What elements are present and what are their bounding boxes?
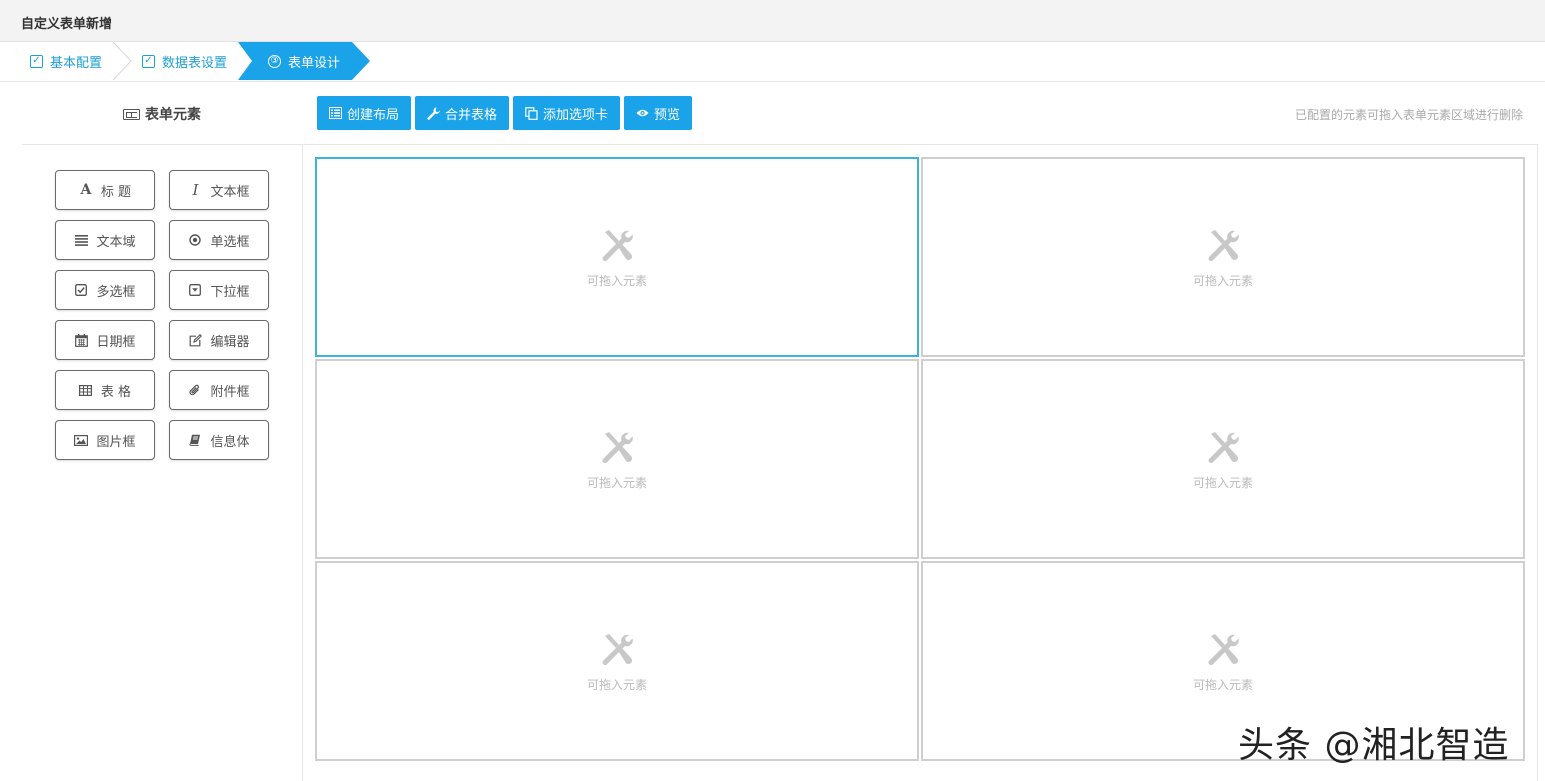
check-square-icon: ✓ xyxy=(142,54,155,68)
element-table-button[interactable]: 表 格 xyxy=(55,370,155,410)
layout-cell-1[interactable]: 可拖入元素 xyxy=(315,157,919,357)
newspaper-icon xyxy=(123,108,140,120)
calendar-icon xyxy=(74,333,88,347)
tools-icon xyxy=(602,432,633,464)
wizard-steps: ✓ 基本配置 ✓ 数据表设置 ③ 表单设计 xyxy=(0,42,1545,82)
element-textbox-button[interactable]: I 文本框 xyxy=(169,170,269,210)
element-label: 编辑器 xyxy=(210,334,250,350)
layout-cell-5[interactable]: 可拖入元素 xyxy=(315,561,919,761)
element-label: 多选框 xyxy=(96,284,136,300)
drop-hint: 可拖入元素 xyxy=(1192,476,1253,490)
step-basic-config[interactable]: ✓ 基本配置 xyxy=(30,42,102,80)
drop-hint: 可拖入元素 xyxy=(1192,678,1253,692)
image-icon xyxy=(74,434,89,446)
element-label: 下拉框 xyxy=(210,284,250,300)
copy-icon xyxy=(525,106,538,120)
drop-hint: 可拖入元素 xyxy=(586,678,647,692)
toolbar: 创建布局 合并表格 添加选项卡 预览 xyxy=(317,96,693,130)
panel-divider xyxy=(302,145,303,781)
eye-icon xyxy=(636,107,649,120)
drag-delete-hint: 已配置的元素可拖入表单元素区域进行删除 xyxy=(1294,108,1523,122)
form-elements-palette: A 标 题 I 文本框 文本域 单选框 多选框 下拉框 日期框 编辑器 表 格 … xyxy=(55,170,269,460)
check-square-icon: ✓ xyxy=(30,54,43,68)
step-form-design[interactable]: ③ 表单设计 xyxy=(268,42,340,80)
right-divider xyxy=(1537,145,1538,781)
italic-icon: I xyxy=(192,181,199,199)
step-separator xyxy=(112,42,132,80)
merge-cells-button[interactable]: 合并表格 xyxy=(415,96,510,130)
form-elements-title-text: 表单元素 xyxy=(145,107,201,123)
layout-cell-3[interactable]: 可拖入元素 xyxy=(315,359,919,559)
edit-icon xyxy=(188,333,202,347)
watermark: 头条 @湘北智造 xyxy=(1238,725,1510,766)
element-label: 文本框 xyxy=(210,184,250,200)
step-label: 数据表设置 xyxy=(162,55,228,71)
drop-hint: 可拖入元素 xyxy=(1192,274,1253,288)
tools-icon xyxy=(602,230,633,262)
layout-cell-4[interactable]: 可拖入元素 xyxy=(921,359,1525,559)
element-label: 日期框 xyxy=(96,334,136,350)
drop-hint: 可拖入元素 xyxy=(586,476,647,490)
circled-three-icon: ③ xyxy=(268,54,281,68)
element-checkbox-button[interactable]: 多选框 xyxy=(55,270,155,310)
tools-icon xyxy=(602,634,633,666)
form-elements-title: 表单元素 xyxy=(22,96,302,132)
element-date-button[interactable]: 日期框 xyxy=(55,320,155,360)
element-infobody-button[interactable]: 信息体 xyxy=(169,420,269,460)
title-bar: 自定义表单新增 xyxy=(0,0,1545,42)
element-editor-button[interactable]: 编辑器 xyxy=(169,320,269,360)
create-layout-label: 创建布局 xyxy=(347,107,400,123)
element-label: 表 格 xyxy=(100,384,132,400)
element-label: 标 题 xyxy=(100,184,132,200)
element-textarea-button[interactable]: 文本域 xyxy=(55,220,155,260)
align-justify-icon xyxy=(74,234,88,246)
element-label: 图片框 xyxy=(96,434,136,450)
element-label: 单选框 xyxy=(210,234,250,250)
page-title: 自定义表单新增 xyxy=(21,17,113,32)
add-tab-button[interactable]: 添加选项卡 xyxy=(513,96,621,130)
element-select-button[interactable]: 下拉框 xyxy=(169,270,269,310)
layout-cell-2[interactable]: 可拖入元素 xyxy=(921,157,1525,357)
add-tab-label: 添加选项卡 xyxy=(543,107,609,123)
element-label: 文本域 xyxy=(96,234,136,250)
step-label: 基本配置 xyxy=(50,55,103,71)
tools-icon xyxy=(1208,230,1239,262)
check-square-icon xyxy=(74,284,88,296)
tools-icon xyxy=(1208,432,1239,464)
create-layout-button[interactable]: 创建布局 xyxy=(317,96,412,130)
font-icon: A xyxy=(80,182,92,198)
dot-circle-icon xyxy=(188,234,202,246)
preview-button[interactable]: 预览 xyxy=(624,96,693,130)
step-label: 表单设计 xyxy=(288,55,341,71)
element-label: 信息体 xyxy=(210,434,250,450)
element-label: 附件框 xyxy=(210,384,250,400)
list-alt-icon xyxy=(329,107,342,120)
wrench-icon xyxy=(427,107,440,120)
book-icon xyxy=(188,434,202,446)
element-attachment-button[interactable]: 附件框 xyxy=(169,370,269,410)
paperclip-icon xyxy=(188,384,202,397)
caret-square-down-icon xyxy=(188,284,202,296)
header-divider xyxy=(22,144,1538,145)
tools-icon xyxy=(1208,634,1239,666)
merge-cells-label: 合并表格 xyxy=(445,107,498,123)
preview-label: 预览 xyxy=(654,107,681,123)
element-radio-button[interactable]: 单选框 xyxy=(169,220,269,260)
drop-hint: 可拖入元素 xyxy=(586,274,647,288)
element-image-button[interactable]: 图片框 xyxy=(55,420,155,460)
element-title-button[interactable]: A 标 题 xyxy=(55,170,155,210)
step-datatable-settings[interactable]: ✓ 数据表设置 xyxy=(142,42,227,80)
table-icon xyxy=(79,384,93,396)
